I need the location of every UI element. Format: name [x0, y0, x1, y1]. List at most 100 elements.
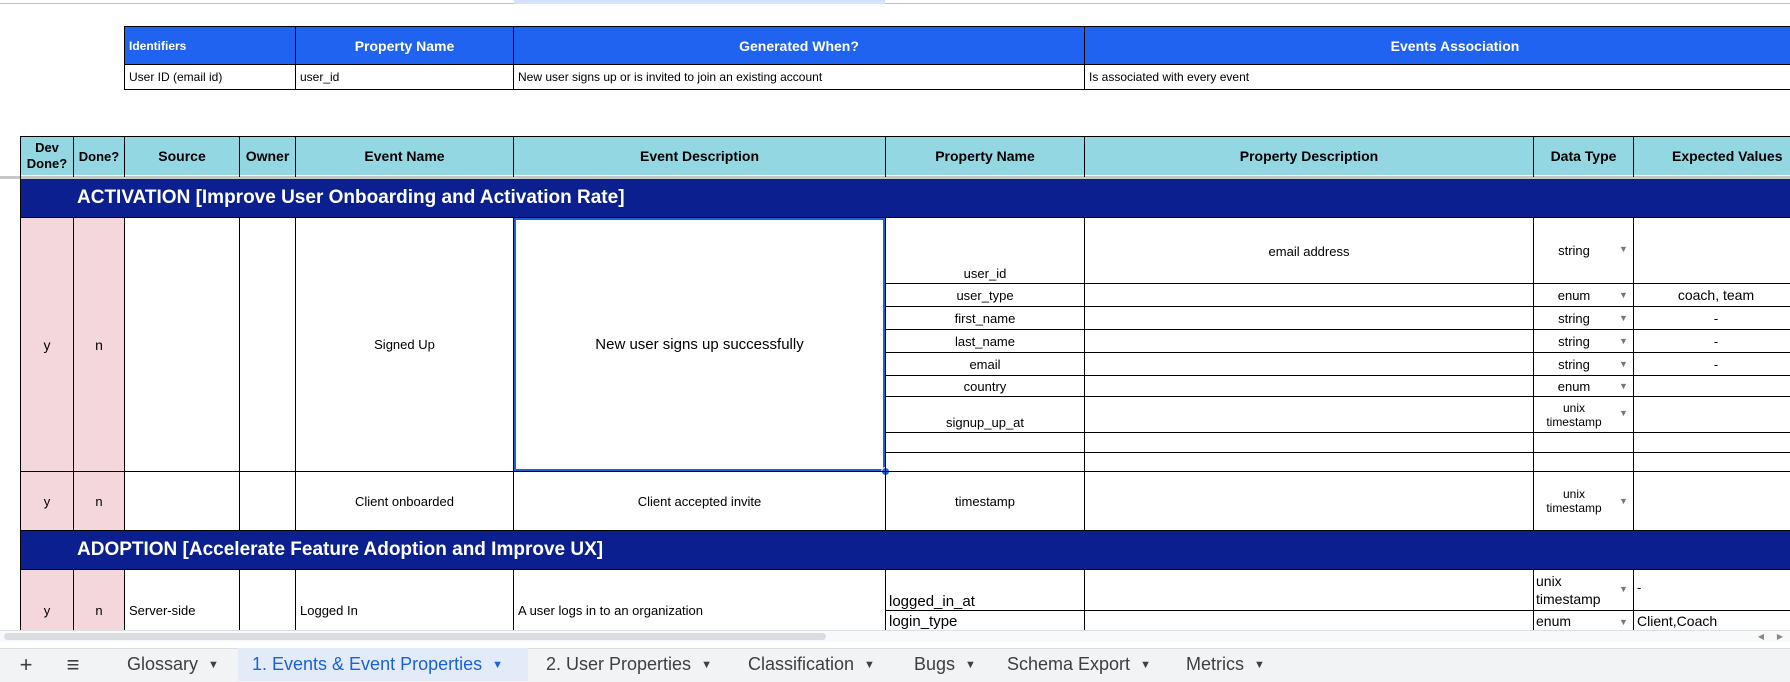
- prop-name-signup-up-at[interactable]: signup_up_at: [886, 397, 1084, 432]
- caret-down-icon[interactable]: ▼: [208, 659, 219, 671]
- prop-type-first-name[interactable]: string: [1534, 307, 1614, 329]
- caret-down-icon[interactable]: ▼: [492, 659, 503, 671]
- logged-in-event-name[interactable]: Logged In: [296, 590, 513, 630]
- client-onboarded-event-description[interactable]: Client accepted invite: [514, 472, 885, 530]
- dropdown-arrow-icon[interactable]: ▼: [1619, 244, 1628, 254]
- logged-in-dev-done[interactable]: y: [21, 590, 73, 630]
- id-cell-property-name[interactable]: user_id: [296, 65, 513, 89]
- dropdown-arrow-icon[interactable]: ▼: [1619, 408, 1628, 418]
- gridline: [124, 569, 125, 631]
- caret-down-icon[interactable]: ▼: [1254, 659, 1265, 671]
- header-data-type[interactable]: Data Type: [1534, 137, 1633, 175]
- prop-name-user-id[interactable]: user_id: [886, 218, 1084, 283]
- id-header-events-association[interactable]: Events Association: [1085, 27, 1790, 64]
- header-dev-done[interactable]: Dev Done?: [21, 137, 73, 175]
- gridline: [1633, 217, 1634, 531]
- gridline: [885, 610, 1790, 611]
- section-title-adoption[interactable]: ADOPTION [Accelerate Feature Adoption an…: [77, 531, 1077, 569]
- header-done[interactable]: Done?: [74, 137, 124, 175]
- signed-up-event-name[interactable]: Signed Up: [296, 218, 513, 471]
- prop-type-logged-in-at[interactable]: unix timestamp: [1536, 570, 1620, 610]
- dropdown-arrow-icon[interactable]: ▼: [1619, 617, 1628, 627]
- prop-name-logged-in-at[interactable]: logged_in_at: [886, 570, 1084, 610]
- caret-down-icon[interactable]: ▼: [701, 659, 712, 671]
- client-onboarded-dev-done[interactable]: y: [21, 472, 73, 530]
- prop-type-login-type[interactable]: enum: [1536, 611, 1620, 631]
- prop-type-signup-up-at[interactable]: unix timestamp: [1534, 397, 1614, 432]
- prop-type-last-name[interactable]: string: [1534, 330, 1614, 352]
- sheet-tab-bugs[interactable]: Bugs ▼: [914, 648, 976, 681]
- dropdown-arrow-icon[interactable]: ▼: [1619, 336, 1628, 346]
- selected-column-highlight: [514, 0, 885, 4]
- prop-name-user-type[interactable]: user_type: [886, 284, 1084, 306]
- prop-type-email[interactable]: string: [1534, 353, 1614, 375]
- client-onboarded-property-name[interactable]: timestamp: [886, 472, 1084, 530]
- signed-up-done[interactable]: n: [74, 218, 124, 471]
- logged-in-event-description[interactable]: A user logs in to an organization: [514, 590, 885, 630]
- gridline: [885, 283, 1790, 284]
- prop-expected-email[interactable]: -: [1634, 353, 1790, 375]
- section-title-activation[interactable]: ACTIVATION [Improve User Onboarding and …: [77, 179, 1077, 217]
- logged-in-source[interactable]: Server-side: [125, 590, 239, 630]
- gridline: [1633, 136, 1634, 177]
- client-onboarded-data-type[interactable]: unix timestamp: [1534, 472, 1614, 530]
- id-header-property-name[interactable]: Property Name: [296, 27, 513, 64]
- all-sheets-menu-icon[interactable]: ≡: [60, 650, 86, 680]
- sheet-tab-metrics[interactable]: Metrics ▼: [1186, 648, 1265, 681]
- gridline: [21, 217, 1790, 218]
- prop-name-login-type[interactable]: login_type: [886, 611, 1084, 631]
- gridline: [885, 432, 1790, 433]
- id-cell-identifier[interactable]: User ID (email id): [125, 65, 295, 89]
- header-property-name[interactable]: Property Name: [886, 137, 1084, 175]
- scroll-left-icon[interactable]: ◀: [1752, 630, 1770, 642]
- header-expected-values[interactable]: Expected Values: [1640, 137, 1790, 175]
- prop-type-user-type[interactable]: enum: [1534, 284, 1614, 306]
- sheet-tab-label: Metrics: [1186, 654, 1244, 674]
- client-onboarded-event-name[interactable]: Client onboarded: [296, 472, 513, 530]
- prop-name-email[interactable]: email: [886, 353, 1084, 375]
- prop-expected-user-type[interactable]: coach, team: [1634, 284, 1790, 306]
- id-cell-generated-when[interactable]: New user signs up or is invited to join …: [514, 65, 1084, 89]
- header-event-name[interactable]: Event Name: [296, 137, 513, 175]
- id-cell-events-association[interactable]: Is associated with every event: [1085, 65, 1789, 89]
- header-owner[interactable]: Owner: [240, 137, 295, 175]
- dropdown-arrow-icon[interactable]: ▼: [1619, 290, 1628, 300]
- prop-expected-last-name[interactable]: -: [1634, 330, 1790, 352]
- sheet-tab-glossary[interactable]: Glossary ▼: [127, 648, 219, 681]
- prop-name-country[interactable]: country: [886, 376, 1084, 396]
- gridline: [73, 217, 74, 531]
- sheet-tab-classification[interactable]: Classification ▼: [748, 648, 875, 681]
- header-source[interactable]: Source: [125, 137, 239, 175]
- add-sheet-icon[interactable]: +: [14, 650, 38, 680]
- scroll-right-icon[interactable]: ▶: [1771, 630, 1789, 642]
- prop-name-first-name[interactable]: first_name: [886, 307, 1084, 329]
- caret-down-icon[interactable]: ▼: [965, 659, 976, 671]
- dropdown-arrow-icon[interactable]: ▼: [1619, 359, 1628, 369]
- header-event-description[interactable]: Event Description: [514, 137, 885, 175]
- logged-in-done[interactable]: n: [74, 590, 124, 630]
- sheet-tab-events[interactable]: 1. Events & Event Properties ▼: [238, 648, 528, 681]
- id-header-generated-when[interactable]: Generated When?: [514, 27, 1084, 64]
- prop-name-last-name[interactable]: last_name: [886, 330, 1084, 352]
- prop-expected-first-name[interactable]: -: [1634, 307, 1790, 329]
- header-property-description[interactable]: Property Description: [1085, 137, 1533, 175]
- dropdown-arrow-icon[interactable]: ▼: [1619, 584, 1628, 594]
- dropdown-arrow-icon[interactable]: ▼: [1619, 313, 1628, 323]
- sheet-tab-schema-export[interactable]: Schema Export ▼: [1007, 648, 1151, 681]
- id-header-identifiers[interactable]: Identifiers: [125, 27, 295, 64]
- prop-desc-user-id[interactable]: email address: [1085, 218, 1533, 283]
- caret-down-icon[interactable]: ▼: [1140, 659, 1151, 671]
- prop-type-user-id[interactable]: string: [1534, 218, 1614, 283]
- prop-expected-login-type[interactable]: Client,Coach: [1637, 611, 1787, 631]
- client-onboarded-done[interactable]: n: [74, 472, 124, 530]
- prop-expected-logged-in-at[interactable]: -: [1637, 580, 1787, 600]
- prop-type-country[interactable]: enum: [1534, 376, 1614, 396]
- dropdown-arrow-icon[interactable]: ▼: [1619, 496, 1628, 506]
- sheet-tab-user-properties[interactable]: 2. User Properties ▼: [546, 648, 712, 681]
- horizontal-scrollbar-thumb[interactable]: [4, 633, 826, 640]
- caret-down-icon[interactable]: ▼: [864, 659, 875, 671]
- gridline: [239, 569, 240, 631]
- signed-up-dev-done[interactable]: y: [21, 218, 73, 471]
- dropdown-arrow-icon[interactable]: ▼: [1619, 381, 1628, 391]
- signed-up-event-description[interactable]: New user signs up successfully: [514, 218, 885, 471]
